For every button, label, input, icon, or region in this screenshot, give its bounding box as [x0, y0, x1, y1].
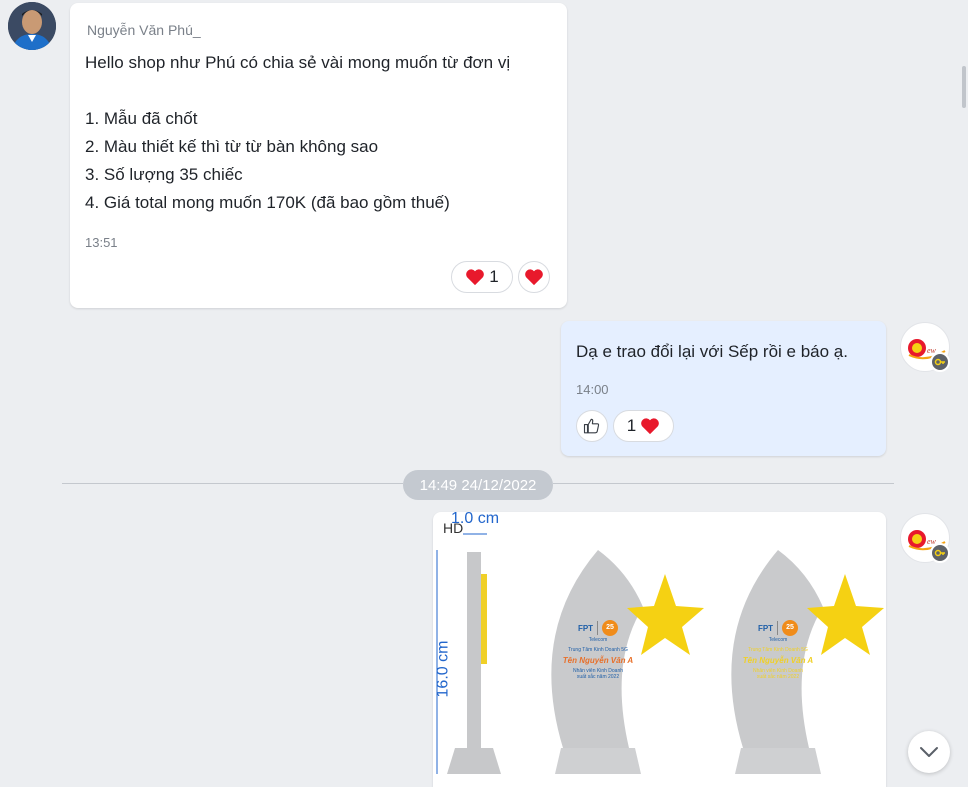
anniversary-badge: 25 [602, 620, 619, 636]
scrollbar-thumb[interactable] [962, 66, 966, 108]
heart-icon [525, 269, 543, 286]
height-label: 16.0 cm [434, 640, 452, 698]
heart-icon [641, 418, 660, 435]
message-line: Hello shop như Phú có chia sẻ vài mong m… [85, 53, 511, 72]
trophy-side-accent [481, 574, 487, 664]
outgoing-message-bubble[interactable]: Dạ e trao đổi lại với Sếp rồi e báo ạ. 1… [561, 321, 886, 456]
trophy-name: Tên Nguyễn Văn A [742, 656, 814, 665]
width-label: 1.0 cm [451, 512, 500, 527]
date-separator: 14:49 24/12/2022 [403, 470, 553, 500]
trophy-base-left [555, 748, 641, 774]
message-text: Dạ e trao đổi lại với Sếp rồi e báo ạ. [576, 342, 848, 361]
message-line: 1. Mẫu đã chốt [85, 109, 198, 128]
chevron-down-icon [920, 747, 938, 757]
incoming-message-bubble[interactable]: Nguyễn Văn Phú_ Hello shop như Phú có ch… [70, 3, 567, 308]
star-right [807, 574, 884, 655]
thumbs-up-icon [583, 418, 600, 434]
message-time: 14:00 [576, 382, 609, 397]
trophy-side-profile [467, 552, 481, 748]
trophy-text-left: FPT 25 Telecom Trung Tâm Kinh Doanh 5G T… [561, 620, 635, 680]
key-icon [930, 543, 950, 563]
key-icon [930, 352, 950, 372]
message-line: 3. Số lượng 35 chiếc [85, 165, 243, 184]
scroll-to-bottom-button[interactable] [908, 731, 950, 773]
trophy-unit: Trung Tâm Kinh Doanh 5G [568, 647, 628, 653]
react-button[interactable] [518, 261, 550, 293]
sender-name[interactable]: Nguyễn Văn Phú_ [87, 22, 201, 38]
trophy-name: Tên Nguyễn Văn A [562, 656, 634, 665]
brand-sub: Telecom [768, 637, 788, 643]
sender-avatar[interactable] [8, 2, 56, 50]
trophy-side-base [447, 748, 501, 774]
like-button[interactable] [576, 410, 608, 442]
reaction-count: 1 [626, 416, 637, 435]
trophy-unit: Trung Tâm Kinh Doanh 5G [748, 647, 808, 653]
reaction-summary[interactable]: 1 [451, 261, 513, 293]
logo-divider [597, 621, 599, 635]
heart-icon [466, 269, 485, 286]
message-time: 13:51 [85, 235, 118, 250]
image-message[interactable]: HD 1.0 cm 16.0 cm FPT 25 Telecom Trung T… [433, 512, 886, 787]
divider-right [553, 483, 894, 484]
reaction-summary[interactable]: 1 [613, 410, 674, 442]
trophy-design-image [436, 533, 884, 774]
sender-avatar-photo [8, 2, 56, 50]
brand-sub: Telecom [588, 637, 608, 643]
divider-left [62, 483, 403, 484]
anniversary-badge: 25 [782, 620, 799, 636]
trophy-year: xuất sắc năm 2022 [756, 674, 800, 680]
trophy-text-right: FPT 25 Telecom Trung Tâm Kinh Doanh 5G T… [741, 620, 815, 680]
trophy-year: xuất sắc năm 2022 [576, 674, 620, 680]
brand-logo: FPT [577, 623, 594, 633]
star-left [627, 574, 704, 655]
message-line: 2. Màu thiết kế thì từ từ bàn không sao [85, 137, 379, 156]
logo-divider [777, 621, 779, 635]
trophy-base-right [735, 748, 821, 774]
reaction-count: 1 [489, 267, 499, 286]
brand-logo: FPT [757, 623, 774, 633]
message-line: 4. Giá total mong muốn 170K (đã bao gồm … [85, 193, 450, 212]
